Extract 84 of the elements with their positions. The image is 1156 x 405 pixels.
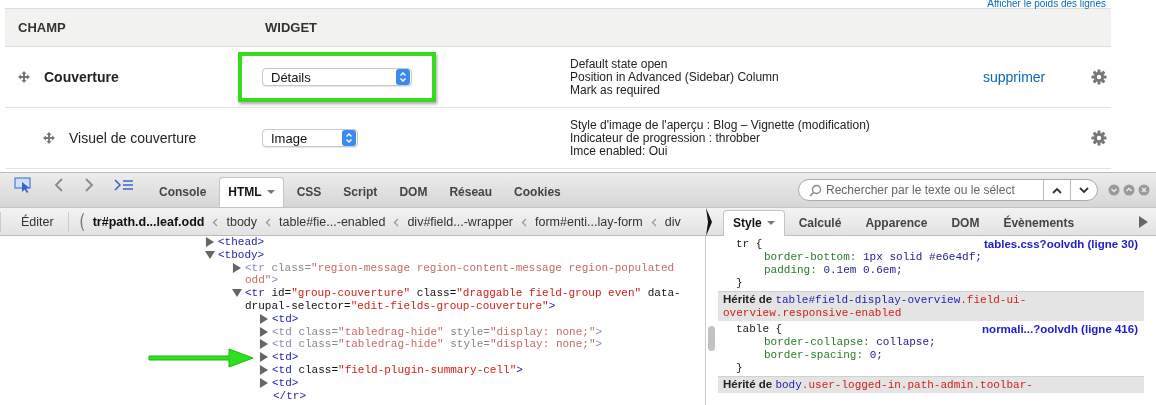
column-header: WIDGET xyxy=(264,20,318,35)
markup-line[interactable]: <td> xyxy=(272,376,299,390)
remove-link[interactable]: supprimer xyxy=(983,69,1046,85)
markup-line[interactable]: <tr id="group-couverture" class="draggable field-group even" data-drupal-selector="edit-fields-group-couverture"> xyxy=(245,287,694,313)
panel-tab[interactable]: Cookies xyxy=(505,177,570,207)
markup-line[interactable]: <td> xyxy=(272,351,299,364)
inspect-icon[interactable] xyxy=(14,177,34,193)
breadcrumb-item[interactable]: tr#path.d...leaf.odd xyxy=(92,215,205,229)
breadcrumb-item[interactable]: div xyxy=(664,215,681,229)
expand-arrow-icon[interactable] xyxy=(259,352,269,363)
css-selector: table { xyxy=(736,323,783,336)
css-selector: tr { xyxy=(736,238,763,251)
settings-icon[interactable] xyxy=(1091,69,1107,85)
widget-select[interactable]: Détails xyxy=(262,68,412,86)
collapse-arrow-icon[interactable] xyxy=(232,288,242,299)
chevron-left-icon xyxy=(650,217,657,227)
markup-line[interactable]: <td class="field-plugin-summary-cell"> xyxy=(272,363,523,377)
edit-button[interactable]: Éditer xyxy=(0,212,69,232)
source-link[interactable]: tables.css?oolvdh (ligne 30) xyxy=(984,238,1138,251)
expand-arrow-icon[interactable] xyxy=(232,262,242,273)
chevron-left-icon xyxy=(265,217,272,227)
expand-arrow-icon[interactable] xyxy=(259,313,269,324)
down-chevron-icon xyxy=(1079,186,1089,194)
markup-line[interactable]: <td class="tabledrag-hide" style="display: none;"> xyxy=(272,338,603,352)
inherited-header: Hérité de table#field-display-overview.field-ui-overview.responsive-enabled xyxy=(718,291,1144,321)
settings-icon[interactable] xyxy=(1091,130,1107,146)
source-link[interactable]: normali...?oolvdh (ligne 416) xyxy=(982,323,1138,336)
stepper-icon xyxy=(345,132,353,144)
markup-line[interactable]: <tr class="region-message region-content-message region-populated odd"> xyxy=(245,261,694,288)
closing-brace: } xyxy=(736,362,744,375)
more-tabs-icon[interactable] xyxy=(1138,216,1148,228)
panel-tab[interactable]: Style xyxy=(723,210,785,236)
chevron-left-icon xyxy=(521,217,527,227)
breadcrumb-item[interactable]: form#enti...lay-form xyxy=(535,215,643,229)
stepper-icon xyxy=(399,71,407,83)
panel-tab[interactable]: Console xyxy=(150,177,216,207)
panel-tab[interactable]: DOM xyxy=(941,210,990,236)
inherited-header: Hérité de body.user-logged-in.path-admin.toolbar- xyxy=(718,376,1144,393)
expand-arrow-icon[interactable] xyxy=(259,326,269,337)
widget-select[interactable]: Image xyxy=(262,129,358,147)
summary-text: Default state open Position in Advanced (Sidebar) Column Mark as required xyxy=(570,57,780,97)
breadcrumb-item[interactable]: div#field...-wrapper xyxy=(407,215,513,229)
markup-line[interactable]: <td class="tabledrag-hide" style="display: none;"> xyxy=(272,325,603,339)
markup-line[interactable]: <td> xyxy=(272,312,299,326)
drag-handle-icon[interactable] xyxy=(18,71,30,83)
panel-tab[interactable]: Évènements xyxy=(993,210,1085,236)
show-row-weights-link[interactable]: Afficher le poids des lignes xyxy=(987,0,1106,8)
chevron-left-icon xyxy=(393,217,400,227)
search-icon xyxy=(809,183,822,197)
breadcrumb-item[interactable]: table#fie...-enabled xyxy=(279,215,386,229)
scrollbar-thumb[interactable] xyxy=(708,326,715,351)
expand-arrow-icon[interactable] xyxy=(259,377,269,388)
summary-text: Style d'image de l'aperçu : Blog – Vignette (modification) Indicateur de progression : throbber Imce enabled: Oui xyxy=(570,118,871,158)
markup-line[interactable]: <thead> xyxy=(218,236,265,249)
collapse-arrow-icon[interactable] xyxy=(205,249,215,260)
field-label: Couverture xyxy=(44,69,119,85)
command-line-icon[interactable] xyxy=(114,179,134,191)
css-declaration[interactable]: padding: 0.1em 0.6em; xyxy=(736,264,1138,277)
css-declaration[interactable]: border-bottom: 1px solid #e6e4df; xyxy=(736,251,1138,264)
panel-tab[interactable]: Réseau xyxy=(440,177,502,207)
expand-arrow-icon[interactable] xyxy=(259,364,269,375)
up-chevron-icon xyxy=(1052,186,1062,194)
forward-icon[interactable] xyxy=(84,178,94,192)
panel-tab[interactable]: HTML xyxy=(219,177,284,207)
splitter-icon[interactable] xyxy=(705,208,713,236)
markup-line[interactable]: <tbody> xyxy=(218,248,265,262)
css-declaration[interactable]: border-collapse: collapse; xyxy=(736,336,1138,349)
search-field[interactable]: Rechercher par le texte ou le sélect xyxy=(798,179,1098,201)
expand-arrow-icon[interactable] xyxy=(259,339,269,350)
panel-tab[interactable]: Calculé xyxy=(788,210,852,236)
back-icon[interactable] xyxy=(54,178,64,192)
markup-line[interactable]: </tr> xyxy=(273,389,306,403)
breadcrumb-item[interactable]: tbody xyxy=(226,215,258,229)
drag-handle-icon[interactable] xyxy=(43,132,55,144)
panel-tab[interactable]: DOM xyxy=(390,177,437,207)
panel-tab[interactable]: Script xyxy=(334,177,387,207)
field-label: Visuel de couverture xyxy=(69,130,197,146)
panel-tab[interactable]: Apparence xyxy=(855,210,938,236)
panel-tab[interactable]: CSS xyxy=(287,177,331,207)
css-declaration[interactable]: border-spacing: 0; xyxy=(736,349,1138,362)
column-header: CHAMP xyxy=(17,20,67,35)
expand-arrow-icon[interactable] xyxy=(205,237,215,247)
closing-brace: } xyxy=(736,277,744,290)
chevron-left-icon xyxy=(212,217,219,227)
